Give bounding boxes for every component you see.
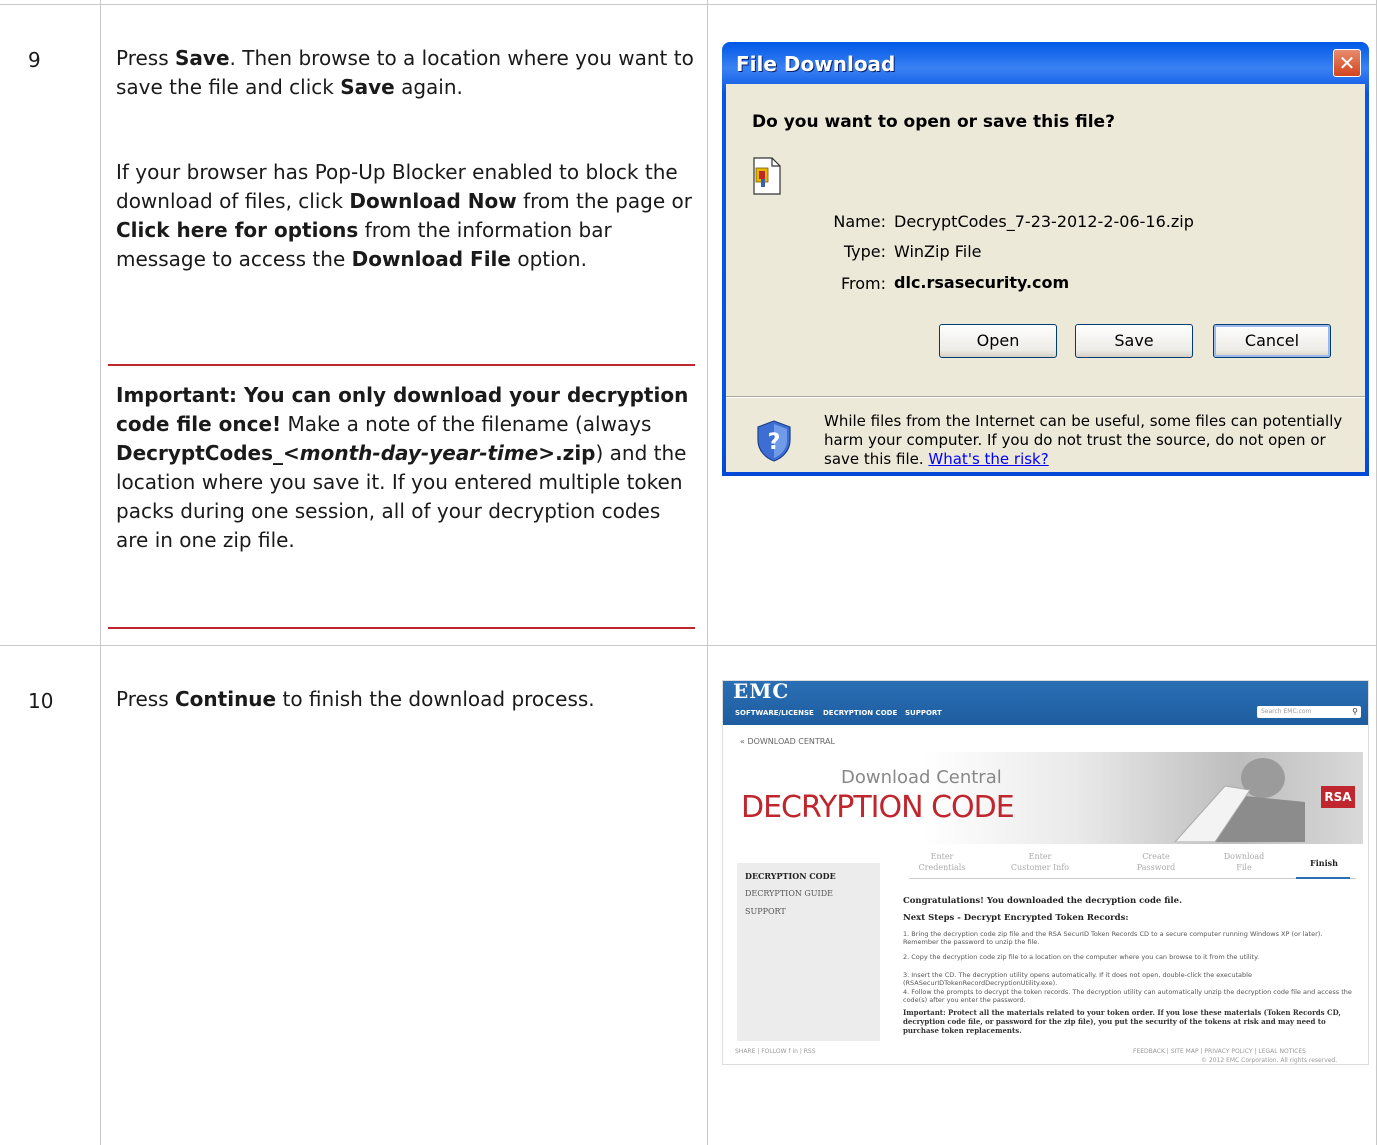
text-bold: Download File <box>351 247 511 271</box>
step-number: 9 <box>28 48 41 72</box>
name-label: Name: <box>833 212 886 231</box>
file-download-dialog: File Download ✕ Do you want to open or s… <box>722 42 1369 476</box>
emc-header-bar: EMC SOFTWARE/LICENSE DECRYPTION CODE SUP… <box>723 680 1368 725</box>
wizard-step-label: Customer Info <box>1010 863 1070 872</box>
dialog-title: File Download <box>736 52 896 76</box>
footer-copyright: © 2012 EMC Corporation. All rights reser… <box>1201 1057 1338 1064</box>
sidebar-item-decryption-guide[interactable]: DECRYPTION GUIDE <box>745 889 833 898</box>
wizard-step-label: Credentials <box>918 863 966 872</box>
list-item: 3. Insert the CD. The decryption utility… <box>903 971 1252 987</box>
next-steps-heading: Next Steps - Decrypt Encrypted Token Rec… <box>903 913 1129 923</box>
emc-logo: EMC <box>733 680 790 703</box>
important-rule-top <box>108 364 695 366</box>
wizard-step-password: Create Password <box>1121 851 1191 873</box>
filename-variable: <month-day-year-time> <box>283 441 556 465</box>
type-label: Type: <box>843 242 886 261</box>
important-note: Important: You can only download your de… <box>116 381 696 555</box>
cancel-button[interactable]: Cancel <box>1213 324 1331 358</box>
text-bold: Save <box>175 46 230 70</box>
important-note: Important: Protect all the materials rel… <box>903 1008 1341 1035</box>
text-run: again. <box>394 75 463 99</box>
wizard-step-label: Password <box>1136 863 1176 872</box>
wizard-step-label: File <box>1236 863 1252 872</box>
filename-extension: .zip <box>555 441 596 465</box>
step-9-paragraph-1: Press Save. Then browse to a location wh… <box>116 44 696 102</box>
text-bold: Click here for options <box>116 218 359 242</box>
wizard-step-finish: Finish <box>1289 858 1359 869</box>
emc-search-input[interactable]: Search EMC.com ⚲ <box>1257 706 1361 718</box>
dialog-question: Do you want to open or save this file? <box>752 112 1115 132</box>
wizard-step-download: Download File <box>1209 851 1279 873</box>
table-border-left <box>100 0 101 1145</box>
text-bold: Save <box>340 75 395 99</box>
wizard-step-label: Create <box>1142 852 1170 861</box>
laptop-photo <box>1174 758 1305 842</box>
filename-prefix: DecryptCodes_ <box>116 441 284 465</box>
list-item: 4. Follow the prompts to decrypt the tok… <box>903 988 1352 1004</box>
rsa-logo: RSA <box>1321 786 1355 808</box>
warning-text: While files from the Internet can be use… <box>824 412 1343 468</box>
important-rule-bottom <box>108 627 695 629</box>
footer-social: SHARE | FOLLOW f in | RSS <box>735 1048 816 1055</box>
wizard-active-indicator <box>1296 877 1350 879</box>
file-name-value: DecryptCodes_7-23-2012-2-06-16.zip <box>894 212 1194 231</box>
svg-text:?: ? <box>768 430 781 455</box>
whats-the-risk-link[interactable]: What's the risk? <box>928 450 1048 468</box>
table-border-top <box>0 4 1377 5</box>
nav-decryption-code[interactable]: DECRYPTION CODE <box>823 709 897 717</box>
text-run: to finish the download process. <box>276 687 595 711</box>
nav-software-license[interactable]: SOFTWARE/LICENSE <box>735 709 814 717</box>
emc-download-central-screenshot: EMC SOFTWARE/LICENSE DECRYPTION CODE SUP… <box>722 680 1369 1065</box>
text-run: Press <box>116 46 175 70</box>
wizard-step-credentials: Enter Credentials <box>907 851 977 873</box>
back-to-download-central-link[interactable]: « DOWNLOAD CENTRAL <box>740 737 835 746</box>
wizard-step-label: Download <box>1223 852 1265 861</box>
footer-links: FEEDBACK | SITE MAP | PRIVACY POLICY | L… <box>1133 1048 1306 1055</box>
step-10-paragraph: Press Continue to finish the download pr… <box>116 685 696 714</box>
search-icon[interactable]: ⚲ <box>1352 706 1358 718</box>
sidebar-item-support[interactable]: SUPPORT <box>745 907 786 916</box>
file-source-value: dlc.rsasecurity.com <box>894 273 1070 292</box>
wizard-step-label: Finish <box>1310 858 1338 868</box>
list-item: 1. Bring the decryption code zip file an… <box>903 930 1323 946</box>
banner-title: DECRYPTION CODE <box>741 790 1015 825</box>
dialog-titlebar: File Download ✕ <box>726 42 1365 84</box>
close-icon[interactable]: ✕ <box>1333 49 1361 77</box>
table-row-divider <box>0 645 1377 646</box>
step-9-paragraph-2: If your browser has Pop-Up Blocker enabl… <box>116 158 696 274</box>
wizard-step-label: Enter <box>1028 852 1052 861</box>
text-bold: Download Now <box>349 189 517 213</box>
text-run: from the page or <box>516 189 692 213</box>
download-central-banner: Download Central DECRYPTION CODE RSA <box>735 752 1363 844</box>
zip-file-icon <box>753 157 781 195</box>
save-button[interactable]: Save <box>1075 324 1193 358</box>
list-item: 2. Copy the decryption code zip file to … <box>903 953 1260 961</box>
step-number: 10 <box>28 689 54 713</box>
open-button[interactable]: Open <box>939 324 1057 358</box>
table-border-middle <box>707 0 708 1145</box>
nav-support[interactable]: SUPPORT <box>905 709 942 717</box>
sidebar: DECRYPTION CODE DECRYPTION GUIDE SUPPORT <box>737 863 880 1041</box>
dialog-divider <box>726 396 1365 398</box>
from-label: From: <box>840 274 886 293</box>
congrats-heading: Congratulations! You downloaded the decr… <box>903 896 1183 906</box>
security-warning: While files from the Internet can be use… <box>824 412 1344 469</box>
dialog-body: Do you want to open or save this file? N… <box>726 84 1365 472</box>
wizard-step-customer-info: Enter Customer Info <box>1005 851 1075 873</box>
text-run: Make a note of the filename (always <box>281 412 652 436</box>
file-type-value: WinZip File <box>894 242 982 261</box>
search-placeholder: Search EMC.com <box>1261 708 1312 715</box>
sidebar-item-decryption-code[interactable]: DECRYPTION CODE <box>745 871 836 881</box>
wizard-step-label: Enter <box>930 852 954 861</box>
banner-subtitle: Download Central <box>841 767 1002 788</box>
security-shield-icon: ? <box>757 420 791 462</box>
wizard-rule <box>909 878 1356 879</box>
text-bold: Continue <box>175 687 277 711</box>
text-run: option. <box>510 247 587 271</box>
text-run: Press <box>116 687 175 711</box>
